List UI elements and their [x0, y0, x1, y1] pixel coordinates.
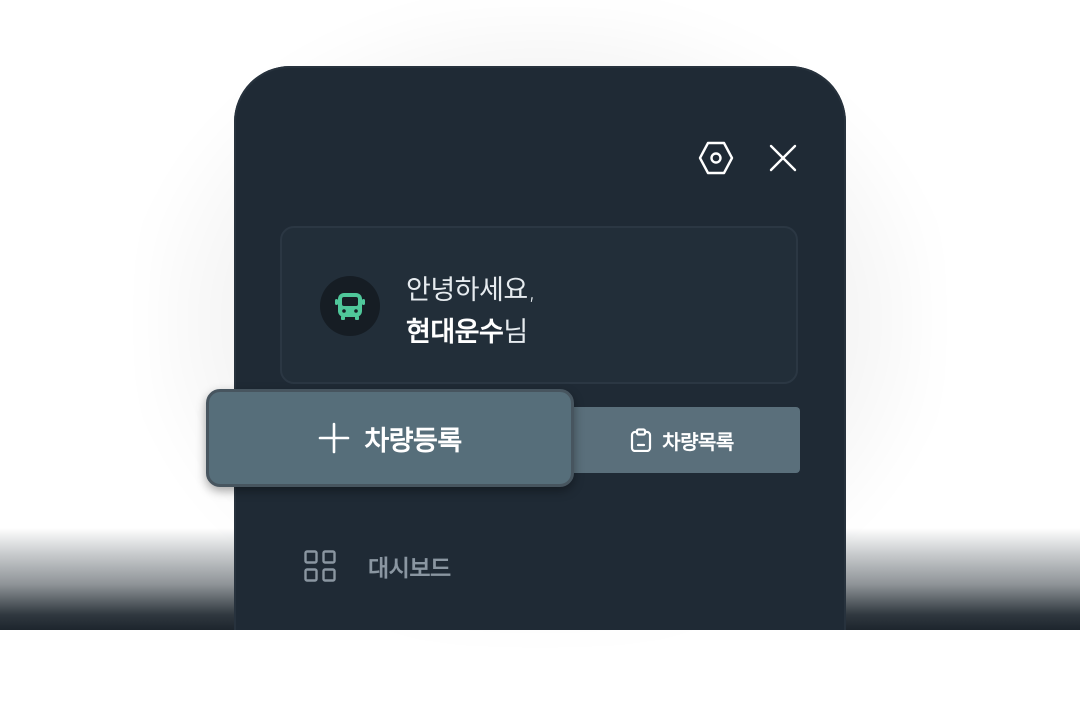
register-vehicle-button[interactable]: 차량등록 [206, 389, 574, 487]
bus-icon [335, 293, 365, 320]
side-panel: 안녕하세요, 현대운수님 차량목록 대시보드 [234, 66, 846, 630]
greeting-text: 안녕하세요, [406, 275, 536, 306]
settings-button[interactable] [696, 138, 736, 178]
hexagon-settings-icon [698, 141, 734, 175]
register-vehicle-label: 차량등록 [364, 425, 462, 457]
avatar [320, 276, 380, 336]
clipboard-icon [631, 428, 652, 452]
nav-item-dashboard[interactable]: 대시보드 [304, 548, 451, 584]
honorific-suffix: 님 [503, 317, 528, 348]
greeting-card: 안녕하세요, 현대운수님 [280, 226, 798, 384]
close-icon [769, 144, 797, 172]
user-name: 현대운수님 [406, 310, 528, 349]
plus-icon [319, 422, 350, 454]
vehicle-list-button[interactable]: 차량목록 [564, 407, 800, 473]
grid-icon [304, 550, 336, 582]
app-stage: 안녕하세요, 현대운수님 차량목록 대시보드 차량등록 [0, 0, 1080, 702]
company-name: 현대운수 [406, 317, 504, 348]
close-button[interactable] [763, 138, 803, 178]
panel-clip: 안녕하세요, 현대운수님 차량목록 대시보드 [0, 0, 1080, 630]
vehicle-list-label: 차량목록 [662, 429, 734, 454]
nav-item-label: 대시보드 [368, 556, 451, 582]
